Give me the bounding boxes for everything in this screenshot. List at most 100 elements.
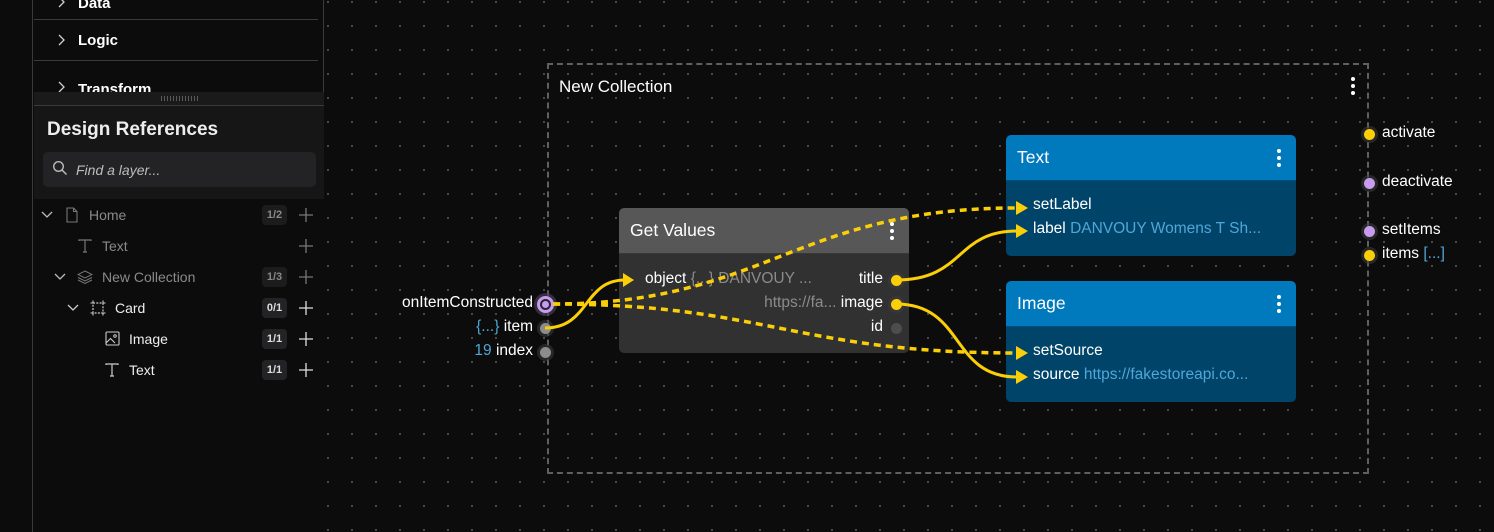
port-title: title <box>859 270 883 288</box>
add-layer-icon[interactable] <box>298 207 314 223</box>
node-title: Image <box>1017 293 1066 313</box>
port-label: onItemConstructed <box>402 294 533 311</box>
node-category-list: Data Logic Transform <box>34 0 318 94</box>
port-deactivate: deactivate <box>1382 173 1453 191</box>
category-transform[interactable]: Transform <box>34 61 318 94</box>
tree-item-home[interactable]: Home 1/2 <box>34 199 324 230</box>
chevron-right-icon <box>54 33 68 47</box>
port-index: 19 index <box>474 342 533 360</box>
port-value: {...} <box>476 318 500 335</box>
node-header[interactable]: Get Values <box>619 208 909 254</box>
tree-item-label: Image <box>129 330 168 347</box>
port-dot-deactivate[interactable] <box>1364 178 1375 189</box>
port-label: activate <box>1382 124 1436 141</box>
port-label: setSource <box>1033 342 1103 359</box>
add-layer-icon[interactable] <box>298 238 314 254</box>
add-layer-icon[interactable] <box>298 331 314 347</box>
search-icon <box>52 160 76 180</box>
port-dot-items[interactable] <box>1364 250 1375 261</box>
tree-item-label: Text <box>129 361 155 378</box>
port-label: setItems <box>1382 221 1441 238</box>
port-dot-image[interactable] <box>891 299 902 310</box>
more-options-icon[interactable] <box>1276 149 1282 167</box>
layer-search[interactable] <box>43 152 316 187</box>
port-value: https://fakestoreapi.co... <box>1083 366 1249 383</box>
category-label: Logic <box>78 31 118 49</box>
node-canvas[interactable]: New Collection onItemConstructed {...} i… <box>325 0 1494 532</box>
image-icon <box>104 331 120 347</box>
node-body: setSource source https://fakestoreapi.co… <box>1006 327 1296 402</box>
tree-item-label: Text <box>102 237 128 254</box>
port-value: [...] <box>1423 245 1445 262</box>
port-label: index <box>495 342 533 359</box>
port-label: source <box>1033 366 1080 383</box>
layer-count-badge: 1/3 <box>262 266 287 287</box>
port-value: DANVOUY Womens T Sh... <box>1070 220 1262 237</box>
collection-title: New Collection <box>559 77 673 96</box>
tree-item-text[interactable]: Text <box>34 230 324 261</box>
frame-icon <box>90 300 106 316</box>
chevron-down-icon[interactable] <box>66 303 80 313</box>
left-rail <box>0 0 33 532</box>
port-dot-id[interactable] <box>891 323 902 334</box>
more-options-icon[interactable] <box>1350 77 1356 95</box>
port-value: {...} <box>690 270 714 287</box>
port-label: item <box>503 318 533 335</box>
category-data[interactable]: Data <box>34 0 318 20</box>
add-layer-icon[interactable] <box>298 300 314 316</box>
port-id: id <box>871 318 883 336</box>
node-title: Text <box>1017 147 1050 167</box>
port-label: object <box>645 270 687 287</box>
sidebar: Data Logic Transform Design References F… <box>34 0 324 532</box>
tree-item-text[interactable]: Text 1/1 <box>34 354 324 385</box>
tree-item-new-collection[interactable]: New Collection 1/3 <box>34 261 324 292</box>
port-dot-activate[interactable] <box>1364 129 1375 140</box>
text-node[interactable]: Text setLabel label DANVOUY Womens T Sh.… <box>1006 135 1296 256</box>
get-values-node[interactable]: Get Values object {...} DANVOUY ... titl… <box>619 208 909 353</box>
port-item: {...} item <box>476 318 533 336</box>
chevron-down-icon[interactable] <box>40 210 54 220</box>
layer-count-badge: 1/2 <box>262 204 287 225</box>
category-label: Data <box>78 0 111 12</box>
port-set-items: setItems <box>1382 221 1441 239</box>
panel-resize-handle[interactable] <box>34 92 324 106</box>
port-items: items [...] <box>1382 245 1445 263</box>
layer-count-badge: 0/1 <box>262 297 287 318</box>
port-label: title <box>858 270 883 287</box>
tree-item-label: New Collection <box>102 268 196 285</box>
node-body: object {...} DANVOUY ... title https://f… <box>619 254 909 353</box>
tree-item-image[interactable]: Image 1/1 <box>34 323 324 354</box>
layers-icon <box>77 269 93 285</box>
port-label: setLabel <box>1033 196 1092 213</box>
layer-count-badge: 1/1 <box>262 328 287 349</box>
port-set-source: setSource <box>1033 342 1103 360</box>
port-preview: DANVOUY ... <box>718 270 812 287</box>
port-dot-index[interactable] <box>540 347 551 358</box>
port-dot-title[interactable] <box>891 275 902 286</box>
port-value: 19 <box>474 342 492 359</box>
port-dot-on-item-constructed[interactable] <box>537 296 554 313</box>
port-dot-set-items[interactable] <box>1364 226 1375 237</box>
category-logic[interactable]: Logic <box>34 20 318 61</box>
layer-count-badge: 1/1 <box>262 359 287 380</box>
add-layer-icon[interactable] <box>298 362 314 378</box>
image-node[interactable]: Image setSource source https://fakestore… <box>1006 281 1296 402</box>
more-options-icon[interactable] <box>889 222 895 240</box>
layer-tree: Home 1/2 Text New Collection 1/3 Card 0/… <box>34 199 324 532</box>
port-dot-item[interactable] <box>540 323 551 334</box>
add-layer-icon[interactable] <box>298 269 314 285</box>
port-preview: https://fa... <box>764 294 837 311</box>
more-options-icon[interactable] <box>1276 295 1282 313</box>
node-header[interactable]: Text <box>1006 135 1296 181</box>
port-activate: activate <box>1382 124 1435 142</box>
node-header[interactable]: Image <box>1006 281 1296 327</box>
text-icon <box>104 362 120 378</box>
tree-item-label: Card <box>115 299 146 316</box>
tree-item-card[interactable]: Card 0/1 <box>34 292 324 323</box>
design-references-panel: Design References Home 1/2 Text <box>34 92 324 532</box>
port-label: id <box>870 318 883 335</box>
chevron-down-icon[interactable] <box>53 272 67 282</box>
layer-search-input[interactable] <box>76 161 296 178</box>
port-on-item-constructed: onItemConstructed <box>402 294 533 312</box>
port-label: image <box>840 294 883 311</box>
